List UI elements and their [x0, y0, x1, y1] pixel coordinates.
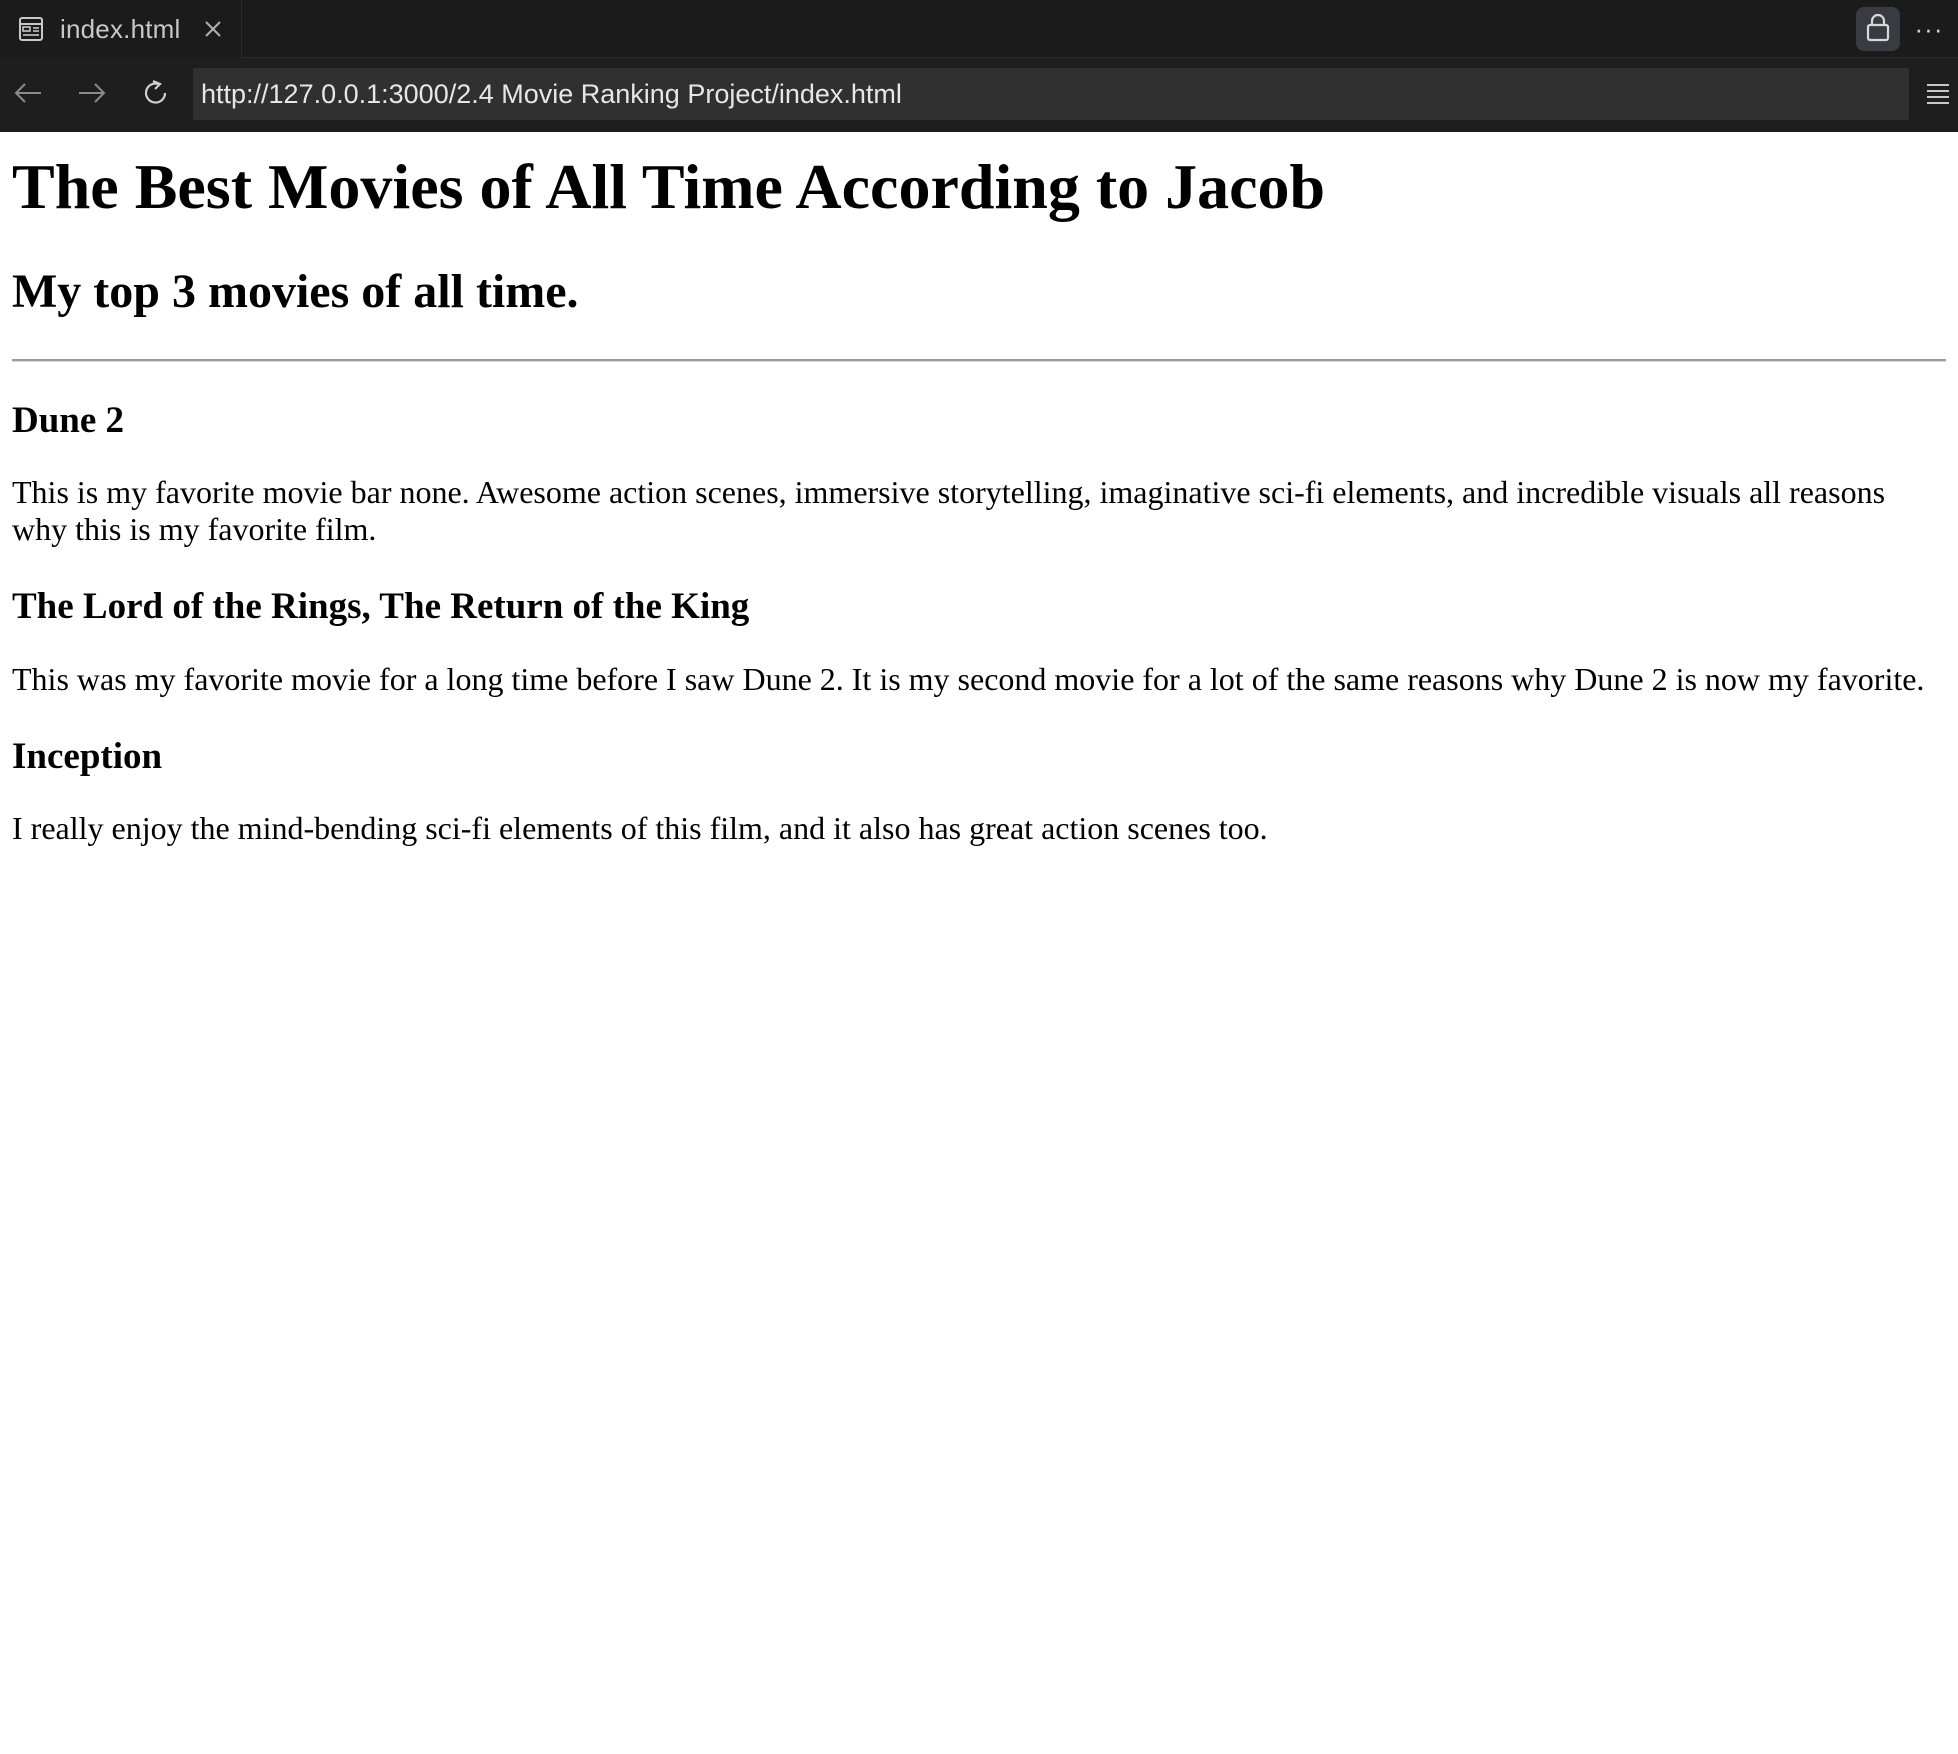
- movie-title: Inception: [12, 735, 163, 777]
- preview-icon: [18, 16, 44, 42]
- page-title: The Best Movies of All Time According to…: [12, 151, 1326, 222]
- movie-description: I really enjoy the mind-bending sci-fi e…: [12, 810, 1268, 847]
- more-icon[interactable]: ···: [1914, 14, 1944, 44]
- page-content: The Best Movies of All Time According to…: [0, 132, 1958, 1754]
- reload-icon: [141, 78, 171, 113]
- close-icon[interactable]: [203, 19, 223, 39]
- arrow-right-icon: [77, 81, 107, 110]
- movie-title: The Lord of the Rings, The Return of the…: [12, 586, 750, 628]
- url-input[interactable]: http://127.0.0.1:3000/2.4 Movie Ranking …: [193, 68, 1909, 120]
- navigation-bar: http://127.0.0.1:3000/2.4 Movie Ranking …: [0, 58, 1958, 132]
- lock-icon: [1865, 12, 1891, 47]
- arrow-left-icon: [13, 81, 43, 110]
- movie-title: Dune 2: [12, 399, 125, 441]
- tab-title: index.html: [60, 13, 181, 44]
- tab-index-html[interactable]: index.html: [0, 0, 242, 58]
- tab-bar: index.html ···: [0, 0, 1958, 58]
- page-subtitle: My top 3 movies of all time.: [12, 264, 579, 318]
- back-button[interactable]: [8, 75, 48, 115]
- forward-button[interactable]: [72, 75, 112, 115]
- tab-bar-actions: ···: [1856, 0, 1958, 58]
- divider: [12, 358, 1946, 362]
- movie-description: This is my favorite movie bar none. Awes…: [12, 474, 1886, 548]
- movie-description: This was my favorite movie for a long ti…: [12, 660, 1925, 697]
- reload-button[interactable]: [136, 75, 176, 115]
- hamburger-icon[interactable]: [1922, 76, 1954, 112]
- lock-button[interactable]: [1856, 7, 1900, 51]
